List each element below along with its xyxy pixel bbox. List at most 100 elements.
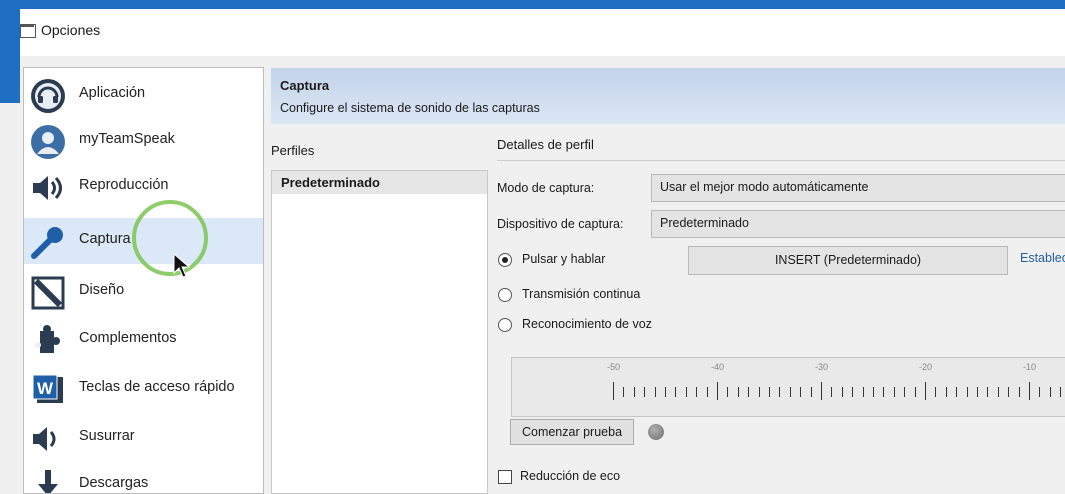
headset-icon [31, 79, 65, 113]
sidebar-item-label: myTeamSpeak [79, 131, 175, 147]
sidebar-item-aplicacion[interactable]: Aplicación [24, 72, 263, 118]
page-subtitle: Configure el sistema de sonido de las ca… [280, 101, 540, 115]
meter-tick-label: -40 [711, 362, 725, 372]
start-test-button[interactable]: Comenzar prueba [510, 419, 634, 445]
test-status-led-icon [648, 424, 664, 440]
meter-minor-tick [883, 387, 884, 397]
whisper-speaker-icon [33, 427, 56, 451]
design-pen-icon [31, 276, 65, 310]
meter-tick-label: -10 [1023, 362, 1037, 372]
microphone-icon [31, 227, 63, 259]
options-window: Opciones Aplicación myTeamSpeak Reproduc… [20, 9, 1065, 494]
capture-mode-select[interactable]: Usar el mejor modo automáticamente [651, 174, 1065, 202]
meter-minor-tick [935, 387, 936, 397]
puzzle-icon [35, 325, 60, 353]
sidebar-item-diseno[interactable]: Diseño [24, 269, 263, 315]
echo-reduction-label: Reducción de eco [520, 469, 621, 483]
capture-mode-label: Modo de captura: [497, 181, 595, 195]
meter-minor-tick [790, 387, 791, 397]
capture-device-select[interactable]: Predeterminado [651, 210, 1065, 238]
sidebar-item-label: Complementos [79, 330, 177, 346]
checkbox-unchecked-icon[interactable] [498, 470, 512, 484]
sidebar-item-teclas[interactable]: W Teclas de acceso rápido [24, 366, 263, 412]
push-to-talk-label: Pulsar y hablar [522, 252, 606, 266]
details-divider [497, 160, 1065, 161]
hotkey-value: INSERT (Predeterminado) [774, 253, 922, 267]
meter-minor-tick [842, 387, 843, 397]
meter-minor-tick [987, 387, 988, 397]
meter-tick-label: -20 [919, 362, 933, 372]
voice-activation-label: Reconocimiento de voz [522, 317, 652, 331]
meter-minor-tick [1039, 387, 1040, 397]
radio-checked-icon[interactable] [498, 253, 512, 267]
meter-minor-tick [748, 387, 749, 397]
sidebar-item-label: Teclas de acceso rápido [79, 379, 235, 395]
meter-minor-tick [956, 387, 957, 397]
meter-major-tick [821, 382, 822, 400]
sidebar-item-complementos[interactable]: Complementos [24, 317, 263, 363]
sidebar-item-reproduccion[interactable]: Reproducción [24, 164, 263, 210]
meter-minor-tick [894, 387, 895, 397]
start-test-label: Comenzar prueba [521, 425, 623, 439]
voice-level-meter[interactable]: -50 -40 -30 -20 -10 [511, 357, 1065, 417]
window-title: Opciones [41, 22, 101, 38]
section-header: Captura Configure el sistema de sonido d… [271, 68, 1065, 124]
sidebar-item-label: Diseño [79, 282, 125, 298]
meter-minor-tick [675, 387, 676, 397]
profiles-list[interactable]: Predeterminado [271, 170, 488, 494]
capture-mode-value: Usar el mejor modo automáticamente [660, 180, 869, 194]
meter-minor-tick [1019, 387, 1020, 397]
meter-minor-tick [644, 387, 645, 397]
sidebar-item-label: Susurrar [79, 428, 135, 444]
sidebar-item-susurrar[interactable]: Susurrar [24, 415, 263, 461]
meter-minor-tick [738, 387, 739, 397]
meter-tick-label: -30 [815, 362, 829, 372]
desktop-background [0, 0, 1065, 9]
meter-minor-tick [967, 387, 968, 397]
meter-minor-tick [852, 387, 853, 397]
speaker-icon [33, 176, 62, 200]
profile-details-label: Detalles de perfil [497, 137, 594, 152]
meter-minor-tick [977, 387, 978, 397]
window-icon [20, 24, 36, 38]
page-title: Captura [280, 78, 330, 93]
meter-minor-tick [655, 387, 656, 397]
continuous-transmission-label: Transmisión continua [522, 287, 641, 301]
download-arrow-icon [38, 470, 58, 493]
sidebar-item-myteamspeak[interactable]: myTeamSpeak [24, 118, 263, 164]
meter-minor-tick [686, 387, 687, 397]
profile-item-predeterminado[interactable]: Predeterminado [272, 171, 487, 194]
sidebar-item-label: Aplicación [79, 85, 146, 101]
meter-major-tick [613, 382, 614, 400]
profile-item-label: Predeterminado [281, 175, 380, 190]
meter-minor-tick [998, 387, 999, 397]
keyboard-w-icon: W [32, 374, 63, 403]
capture-device-value: Predeterminado [660, 216, 749, 230]
meter-major-tick [717, 382, 718, 400]
hotkey-button[interactable]: INSERT (Predeterminado) [688, 246, 1008, 275]
sidebar-item-label: Reproducción [79, 177, 169, 193]
svg-text:W: W [37, 379, 54, 398]
meter-minor-tick [1060, 387, 1061, 397]
meter-minor-tick [779, 387, 780, 397]
sidebar-item-label: Captura [79, 231, 131, 247]
profiles-label: Perfiles [271, 143, 315, 158]
meter-minor-tick [769, 387, 770, 397]
meter-minor-tick [1008, 387, 1009, 397]
meter-minor-tick [904, 387, 905, 397]
radio-unchecked-icon[interactable] [498, 318, 512, 332]
meter-minor-tick [946, 387, 947, 397]
meter-minor-tick [863, 387, 864, 397]
meter-minor-tick [623, 387, 624, 397]
meter-minor-tick [727, 387, 728, 397]
meter-minor-tick [634, 387, 635, 397]
meter-minor-tick [873, 387, 874, 397]
cursor-highlight-ring [132, 200, 208, 276]
meter-minor-tick [800, 387, 801, 397]
sidebar-item-descargas[interactable]: Descargas [24, 462, 263, 493]
user-profile-icon [31, 125, 65, 159]
options-sidebar: Aplicación myTeamSpeak Reproducción Capt… [23, 67, 264, 494]
set-hotkey-link[interactable]: Establecer [1020, 251, 1065, 265]
meter-minor-tick [831, 387, 832, 397]
radio-unchecked-icon[interactable] [498, 288, 512, 302]
